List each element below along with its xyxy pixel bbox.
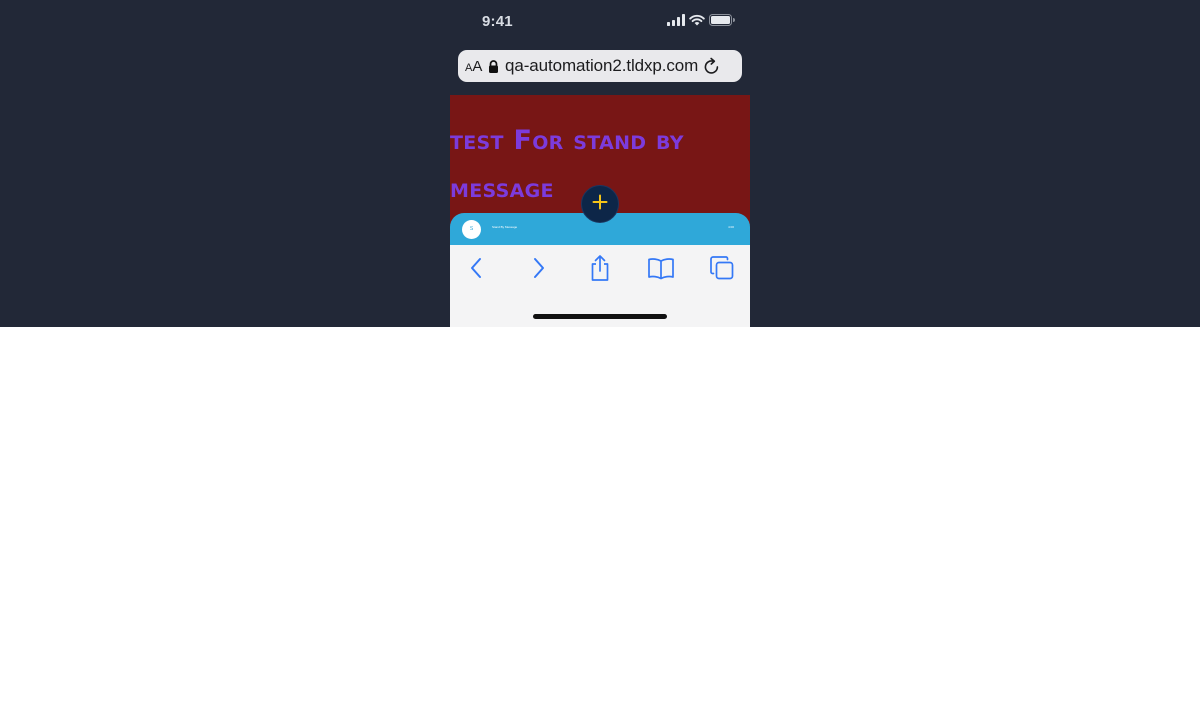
chat-avatar: S (462, 220, 481, 239)
status-bar: 9:41 (450, 0, 750, 44)
forward-button[interactable] (524, 255, 554, 285)
status-icons (667, 13, 736, 31)
text-size-small-label: A (465, 61, 473, 74)
lock-icon (488, 59, 500, 73)
text-size-large-label: A (472, 57, 483, 75)
battery-icon (709, 13, 736, 31)
text-size-button[interactable]: AA (465, 58, 485, 75)
plus-icon (592, 194, 608, 215)
forward-icon (532, 257, 546, 284)
tabs-icon (709, 255, 735, 286)
browser-toolbar (450, 245, 750, 327)
url-text[interactable]: qa-automation2.tldxp.com (505, 56, 698, 76)
add-button[interactable] (581, 185, 619, 223)
tabs-button[interactable] (707, 255, 737, 285)
back-button[interactable] (461, 255, 491, 285)
home-indicator (533, 314, 667, 319)
wifi-icon (689, 13, 705, 31)
bookmarks-icon (647, 256, 675, 285)
share-button[interactable] (585, 254, 615, 287)
signal-icon (667, 13, 685, 31)
share-icon (589, 254, 611, 287)
bookmarks-button[interactable] (646, 255, 676, 285)
back-icon (469, 257, 483, 284)
reload-icon[interactable] (701, 56, 721, 76)
chat-widget-time: 4:00 (728, 225, 734, 229)
status-time: 9:41 (482, 13, 513, 30)
chat-widget-title: Stand By Message (492, 225, 518, 229)
phone-frame: 9:41 AA qa-automation2.tldxp.com test Fo… (450, 0, 750, 327)
address-bar[interactable]: AA qa-automation2.tldxp.com (458, 50, 742, 82)
page-heading-line-1: test For stand by (450, 125, 684, 156)
